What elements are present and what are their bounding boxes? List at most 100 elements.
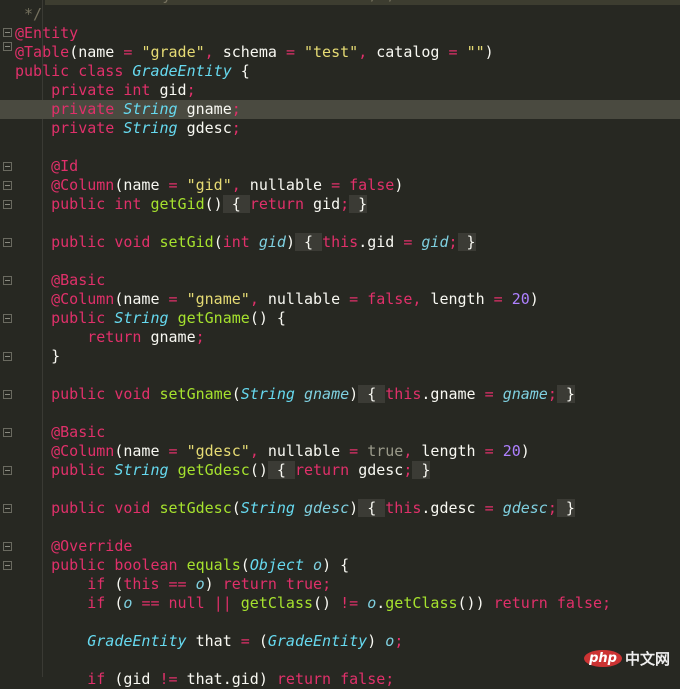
code-line[interactable]: if (gid != that.gid) return false; [15,670,680,689]
code-line[interactable]: public void setGname(String gname) { thi… [15,385,680,404]
code-line[interactable]: private String gdesc; [15,119,680,138]
code-token: (name [69,43,124,61]
fold-marker-icon[interactable] [3,162,12,171]
code-token: == [168,575,187,593]
fold-marker-icon[interactable] [3,276,12,285]
code-line[interactable] [15,252,680,271]
code-line[interactable]: public String getGdesc() { return gdesc;… [15,461,680,480]
fold-marker-icon[interactable] [3,28,12,37]
code-token: , [358,43,368,61]
fold-marker-icon[interactable] [3,238,12,247]
code-token: "gdesc" [186,442,250,460]
code-token: length [421,290,494,308]
code-token: false [349,176,395,194]
code-token: setGname [159,385,232,403]
fold-marker-icon[interactable] [3,200,12,209]
code-token: return [249,195,314,213]
code-token: nullable [258,290,350,308]
code-line[interactable] [15,651,680,670]
code-line-current[interactable]: private String gname; [0,100,680,119]
code-line[interactable]: public int getGid() { return gid; } [15,195,680,214]
code-token: true [367,442,404,460]
code-token: public void [51,233,160,251]
code-token: "" [466,43,485,61]
code-token: @Column [51,290,115,308]
fold-marker-icon[interactable] [3,466,12,475]
code-line[interactable]: @Basic [15,423,680,442]
code-token: length [412,442,485,460]
code-line[interactable]: @Table(name = "grade", schema = "test", … [15,43,680,62]
code-line[interactable] [15,480,680,499]
fold-marker-icon[interactable] [3,181,12,190]
code-token: .gname [421,385,485,403]
code-token: == [141,594,160,612]
code-token: ) [285,233,295,251]
fold-marker-icon[interactable] [3,561,12,570]
code-token: { [358,385,386,403]
code-token: String [240,385,295,403]
code-token: String [123,119,178,137]
code-token: { [231,62,250,80]
code-line[interactable] [15,404,680,423]
code-token: = [484,385,494,403]
fold-marker-icon[interactable] [3,428,12,437]
code-token: o [367,594,377,612]
code-token: . [376,594,386,612]
code-line[interactable]: @Entity [15,24,680,43]
code-line[interactable]: public void setGid(int gid) { this.gid =… [15,233,680,252]
code-line[interactable]: if (this == o) return true; [15,575,680,594]
fold-marker-icon[interactable] [3,42,12,51]
code-line[interactable]: @Basic [15,271,680,290]
fold-marker-icon[interactable] [3,542,12,551]
code-token: gname [304,385,350,403]
code-line[interactable]: private int gid; [15,81,680,100]
code-line[interactable]: @Column(name = "gid", nullable = false) [15,176,680,195]
code-line[interactable]: @Column(name = "gname", nullable = false… [15,290,680,309]
code-editor[interactable]: * Created by Administrator on 2016/5/12.… [0,0,680,688]
code-line[interactable]: public void setGdesc(String gdesc) { thi… [15,499,680,518]
code-line[interactable]: GradeEntity that = (GradeEntity) o; [15,632,680,651]
code-line[interactable] [15,214,680,233]
code-token: , [249,442,259,460]
code-token: GradeEntity [132,62,232,80]
code-token: ; [547,499,557,517]
code-token: @Column [51,442,115,460]
code-line[interactable]: @Column(name = "gdesc", nullable = true,… [15,442,680,461]
code-token: } [15,347,61,365]
code-token: = [484,499,494,517]
fold-marker-icon[interactable] [3,390,12,399]
code-line[interactable]: if (o == null || getClass() != o.getClas… [15,594,680,613]
code-token: @Id [51,157,79,175]
code-line[interactable] [15,518,680,537]
code-line[interactable] [15,138,680,157]
code-line[interactable]: @Override [15,537,680,556]
code-token: ; [195,328,205,346]
code-line[interactable]: public String getGname() { [15,309,680,328]
code-token: { [294,233,323,251]
code-token: Object [249,556,304,574]
code-line[interactable]: public class GradeEntity { [15,62,680,81]
fold-marker-icon[interactable] [3,352,12,361]
code-line[interactable] [15,366,680,385]
code-line[interactable]: return gname; [15,328,680,347]
code-line[interactable] [15,613,680,632]
code-line[interactable]: } [15,347,680,366]
code-line[interactable]: */ [15,5,680,24]
fold-marker-icon[interactable] [3,314,12,323]
code-token: } [556,499,575,517]
code-line[interactable]: public boolean equals(Object o) { [15,556,680,575]
fold-marker-icon[interactable] [3,504,12,513]
code-line[interactable]: @Id [15,157,680,176]
code-token: false [367,290,413,308]
